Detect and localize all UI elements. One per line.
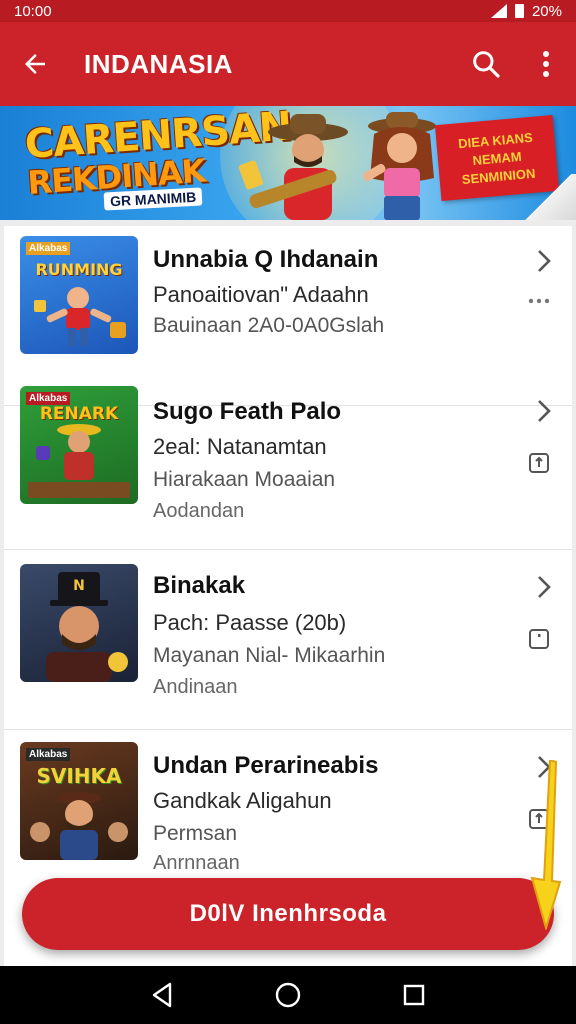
thumbnail-art	[28, 424, 130, 498]
item-extra: Aodandan	[153, 500, 245, 522]
item-title: Unnabia Q Ihdanain	[153, 246, 379, 273]
item-extra: Andinaan	[153, 676, 238, 698]
item-title: Undan Perarineabis	[153, 752, 379, 779]
info-icon[interactable]	[528, 628, 550, 650]
more-vert-icon	[543, 51, 549, 77]
banner-subtitle: GR MANIMIB	[103, 187, 203, 211]
promo-banner[interactable]: CARENRSAN REKDINAK GR MANIMIB DIEA KIANS…	[0, 106, 576, 220]
nav-back-icon[interactable]	[150, 982, 174, 1008]
thumbnail-art	[34, 287, 126, 346]
banner-title: CARENRSAN REKDINAK	[23, 106, 293, 202]
status-icons: 20%	[490, 2, 562, 20]
item-detail: Bauinaan 2A0-0A0Gslah	[153, 314, 385, 337]
status-bar: 10:00 20%	[0, 0, 576, 22]
battery-icon	[514, 4, 524, 18]
arrow-left-icon	[25, 54, 45, 74]
list-item[interactable]: Alkabas RENARK Sugo Feath Palo 2eal: Nat…	[4, 370, 572, 550]
signal-icon	[490, 4, 507, 18]
item-thumbnail: Alkabas RENARK	[20, 386, 138, 504]
app-bar: INDANASIA	[0, 22, 576, 106]
game-list: Alkabas RUNMING Unnabia Q Ihdanain Panoa…	[4, 226, 572, 966]
item-title: Sugo Feath Palo	[153, 398, 342, 425]
primary-action-button[interactable]: D0lV Inenhrsoda	[22, 878, 554, 950]
search-button[interactable]	[456, 22, 516, 106]
item-subtitle: 2eal: Natanamtan	[153, 434, 327, 459]
page-title: INDANASIA	[84, 48, 233, 79]
chevron-right-icon[interactable]	[534, 398, 554, 424]
arrow-annotation-icon	[530, 760, 562, 930]
back-button[interactable]	[0, 22, 70, 106]
nav-home-icon[interactable]	[274, 981, 302, 1009]
chevron-right-icon[interactable]	[534, 574, 554, 600]
status-time: 10:00	[14, 2, 52, 20]
item-subtitle: Panoaitiovan" Adaahn	[153, 282, 369, 307]
battery-percent: 20%	[531, 2, 562, 20]
item-detail: Hiarakaan Moaaian	[153, 468, 336, 491]
item-subtitle: Gandkak Aligahun	[153, 788, 332, 813]
item-detail: Mayanan Nial- Mikaarhin	[153, 644, 386, 667]
system-nav-bar	[0, 966, 576, 1024]
search-icon	[473, 51, 500, 78]
overflow-menu-button[interactable]	[516, 22, 576, 106]
thumbnail-title: N	[73, 578, 85, 594]
item-title: Binakak	[153, 572, 246, 599]
chevron-right-icon[interactable]	[534, 248, 554, 274]
page-curl	[520, 174, 576, 220]
list-item[interactable]: N Binakak Pach: Paasse (20b) Mayanan Nia…	[4, 550, 572, 730]
more-horiz-icon[interactable]	[528, 296, 550, 306]
banner-character-cowboy	[238, 114, 348, 220]
item-thumbnail: Alkabas RUNMING	[20, 236, 138, 354]
thumbnail-art	[30, 792, 128, 860]
item-detail: Permsan	[153, 822, 238, 845]
item-thumbnail: N	[20, 564, 138, 682]
share-icon[interactable]	[528, 452, 550, 474]
item-thumbnail: Alkabas SVIHKA	[20, 742, 138, 860]
item-subtitle: Pach: Paasse (20b)	[153, 610, 347, 635]
item-extra: Anrnnaan	[153, 852, 240, 874]
nav-recents-icon[interactable]	[402, 983, 426, 1007]
